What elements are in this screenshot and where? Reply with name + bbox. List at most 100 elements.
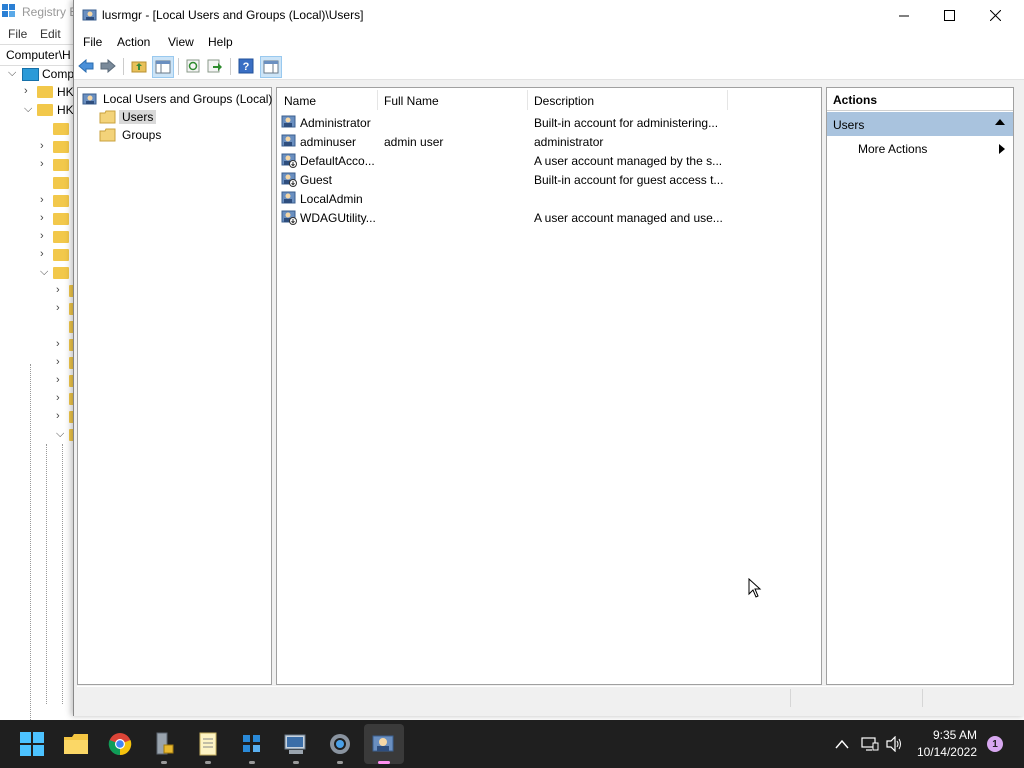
registry-tree-subkey[interactable]: › [0,408,75,426]
taskbar-server-app[interactable] [148,728,180,764]
registry-address-bar[interactable]: Computer\H [0,44,75,66]
chevron-down-icon[interactable]: ⌵ [56,428,64,441]
chevron-down-icon[interactable]: ⌵ [24,103,32,116]
chevron-down-icon[interactable]: ⌵ [40,266,48,279]
title-bar[interactable]: lusrmgr - [Local Users and Groups (Local… [74,0,1024,31]
minimize-button[interactable] [881,0,927,31]
chevron-right-icon[interactable]: › [56,410,60,422]
taskbar-file-explorer[interactable] [60,728,92,760]
registry-editor-window[interactable]: Registry E File Edit Computer\H ⌵ Comp ›… [0,0,75,720]
chevron-right-icon[interactable]: › [40,158,44,170]
registry-menu-file[interactable]: File [8,27,27,41]
svg-text:?: ? [243,61,250,73]
registry-tree-subkey[interactable]: › [0,210,75,228]
registry-menu-edit[interactable]: Edit [40,27,61,41]
chevron-right-icon[interactable]: › [40,248,44,260]
notification-badge: 1 [992,738,998,750]
registry-tree-subkey[interactable]: › [0,138,75,156]
table-row[interactable]: adminuser admin user administrator [277,132,817,151]
maximize-button[interactable] [926,0,972,31]
registry-tree-item-hkey-1[interactable]: › HK [0,83,75,101]
chevron-right-icon[interactable]: › [56,338,60,350]
registry-tree-subkey[interactable]: › [0,156,75,174]
export-list-button[interactable] [206,57,224,75]
chevron-right-icon[interactable]: › [40,212,44,224]
notification-center-button[interactable]: 1 [987,736,1003,752]
up-one-level-button[interactable] [130,57,148,75]
start-button[interactable] [16,728,48,760]
chevron-right-icon[interactable]: › [56,356,60,368]
taskbar-chrome[interactable] [104,728,136,760]
taskbar-computer-management[interactable] [280,728,312,764]
chevron-right-icon[interactable]: › [40,194,44,206]
actions-section-users[interactable]: Users [827,112,1013,136]
users-list-pane[interactable]: Name Full Name Description Administrator… [276,87,822,685]
registry-tree-subkey[interactable]: › [0,282,75,300]
show-hide-console-tree-button[interactable] [152,56,174,78]
column-header-full-name[interactable]: Full Name [384,94,439,108]
menu-action[interactable]: Action [117,35,150,49]
column-divider[interactable] [377,90,378,110]
chevron-right-icon[interactable]: › [56,302,60,314]
table-row[interactable]: Administrator Built-in account for admini… [277,113,817,132]
folder-icon [99,110,116,124]
registry-tree-subkey[interactable]: ⌵ [0,426,75,444]
registry-tree-subkey[interactable]: ⌵ [0,264,75,282]
registry-tree-subkey[interactable] [0,318,75,336]
chevron-right-icon[interactable]: › [40,140,44,152]
forward-button[interactable] [99,57,117,75]
tree-root-label: Local Users and Groups (Local) [103,92,273,106]
show-hidden-icons-button[interactable] [826,728,858,760]
user-icon [281,134,296,147]
table-row[interactable]: WDAGUtility... A user account managed and… [277,208,817,227]
refresh-button[interactable] [184,57,202,75]
chevron-right-icon[interactable]: › [56,374,60,386]
column-divider[interactable] [727,90,728,110]
chevron-down-icon[interactable]: ⌵ [8,67,16,80]
show-hide-action-pane-button[interactable] [260,56,282,78]
table-row[interactable]: Guest Built-in account for guest access t… [277,170,817,189]
taskbar-lusrmgr[interactable] [364,724,404,764]
registry-tree-subkey[interactable]: › [0,372,75,390]
volume-button[interactable] [881,728,909,760]
column-header-description[interactable]: Description [534,94,594,108]
registry-tree-subkey[interactable]: › [0,300,75,318]
taskbar-registry-editor[interactable] [236,728,268,764]
network-status-button[interactable] [856,728,884,760]
close-button[interactable] [972,0,1018,31]
column-divider[interactable] [527,90,528,110]
help-button[interactable]: ? [237,57,255,75]
chevron-right-icon[interactable]: › [56,392,60,404]
chevron-right-icon[interactable]: › [56,284,60,296]
registry-title-bar[interactable]: Registry E [0,0,75,24]
list-header: Name Full Name Description [277,88,821,112]
registry-tree-item-hkey-2[interactable]: ⌵ HK [0,101,75,119]
users-groups-icon [82,93,97,105]
clock[interactable]: 9:35 AM 10/14/2022 [912,726,980,762]
more-actions-item[interactable]: More Actions [827,138,1013,160]
registry-tree-subkey[interactable]: › [0,192,75,210]
menu-help[interactable]: Help [208,35,233,49]
registry-tree-subkey[interactable]: › [0,246,75,264]
taskbar-notepad[interactable] [192,728,224,764]
back-button[interactable] [77,57,95,75]
running-indicator [205,761,211,764]
taskbar-settings[interactable] [324,728,356,764]
registry-tree-item-computer[interactable]: ⌵ Comp [0,65,75,83]
active-indicator [378,761,390,764]
registry-tree-subkey[interactable]: › [0,390,75,408]
registry-tree-subkey[interactable]: › [0,354,75,372]
registry-tree-subkey[interactable]: › [0,228,75,246]
registry-tree-subkey[interactable]: › [0,336,75,354]
registry-tree-subkey[interactable] [0,120,75,138]
collapse-triangle-icon[interactable] [995,119,1005,125]
console-tree-pane[interactable]: Local Users and Groups (Local) Users Gro… [77,87,272,685]
column-header-name[interactable]: Name [284,94,316,108]
chevron-right-icon[interactable]: › [40,230,44,242]
table-row[interactable]: LocalAdmin [277,189,817,208]
table-row[interactable]: DefaultAcco... A user account managed by … [277,151,817,170]
menu-view[interactable]: View [168,35,194,49]
registry-tree-subkey[interactable] [0,174,75,192]
chevron-right-icon[interactable]: › [24,85,28,97]
menu-file[interactable]: File [83,35,102,49]
